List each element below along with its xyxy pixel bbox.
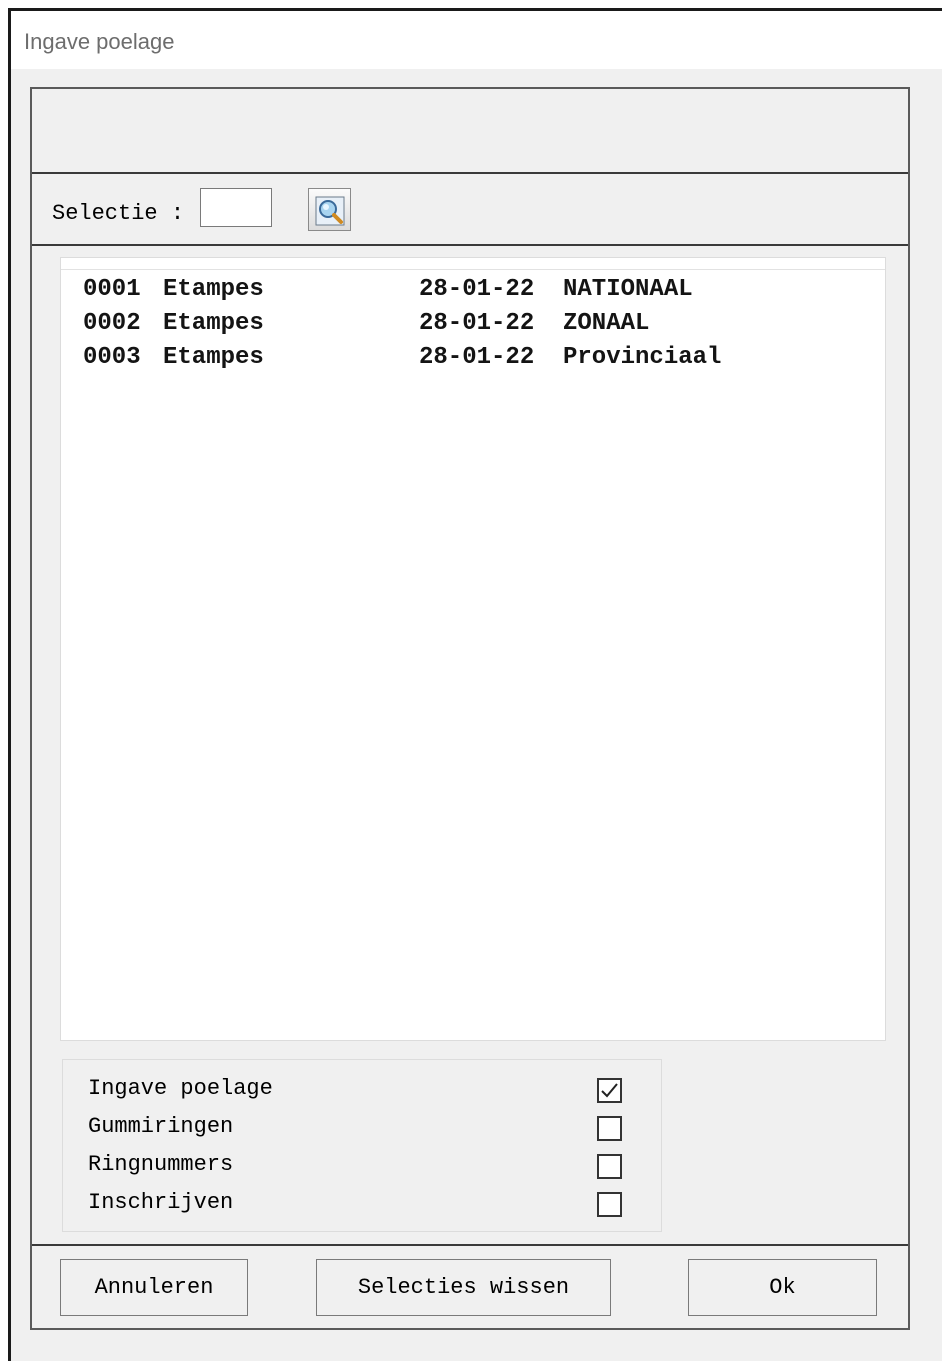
- race-name: Etampes: [163, 276, 264, 303]
- race-list[interactable]: 0001 Etampes 28-01-22 NATIONAAL 0002 Etampes 2…: [60, 257, 886, 1041]
- option-checkbox[interactable]: [597, 1078, 622, 1103]
- checkmark-icon: [601, 1083, 618, 1098]
- option-checkbox[interactable]: [597, 1116, 622, 1141]
- race-category: ZONAAL: [563, 310, 650, 337]
- magnifier-icon: [315, 196, 344, 226]
- race-date: 28-01-22: [419, 310, 535, 337]
- option-checkbox[interactable]: [597, 1192, 622, 1217]
- race-category: Provinciaal: [563, 344, 722, 371]
- option-label: Ingave poelage: [88, 1076, 273, 1101]
- selection-input[interactable]: [200, 188, 272, 227]
- race-date: 28-01-22: [419, 344, 535, 371]
- race-code: 0002: [83, 310, 141, 337]
- divider-buttons: [32, 1244, 908, 1246]
- option-label: Gummiringen: [88, 1114, 234, 1139]
- divider-top: [32, 172, 908, 174]
- option-checkbox[interactable]: [597, 1154, 622, 1179]
- race-name: Etampes: [163, 310, 264, 337]
- race-name: Etampes: [163, 344, 264, 371]
- dialog-window: Ingave poelage Selectie : 0001 Etampes 28-…: [8, 8, 942, 1361]
- option-label: Ringnummers: [88, 1152, 234, 1177]
- race-category: NATIONAAL: [563, 276, 693, 303]
- clear-selections-button[interactable]: Selecties wissen: [316, 1259, 611, 1316]
- race-code: 0003: [83, 344, 141, 371]
- options-group: Ingave poelage Gummiringen Ringnummers Insc…: [62, 1059, 662, 1232]
- selection-label: Selectie :: [52, 201, 185, 226]
- race-code: 0001: [83, 276, 141, 303]
- main-panel: Selectie : 0001 Etampes 28-01-22 NATIONAAL 0…: [30, 87, 910, 1330]
- ok-button[interactable]: Ok: [688, 1259, 877, 1316]
- option-label: Inschrijven: [88, 1190, 234, 1215]
- title-bar: Ingave poelage: [11, 11, 942, 69]
- divider-selection: [32, 244, 908, 246]
- list-header-strip: [61, 258, 885, 270]
- cancel-button[interactable]: Annuleren: [60, 1259, 248, 1316]
- race-date: 28-01-22: [419, 276, 535, 303]
- search-button[interactable]: [308, 188, 351, 231]
- window-title: Ingave poelage: [24, 29, 175, 54]
